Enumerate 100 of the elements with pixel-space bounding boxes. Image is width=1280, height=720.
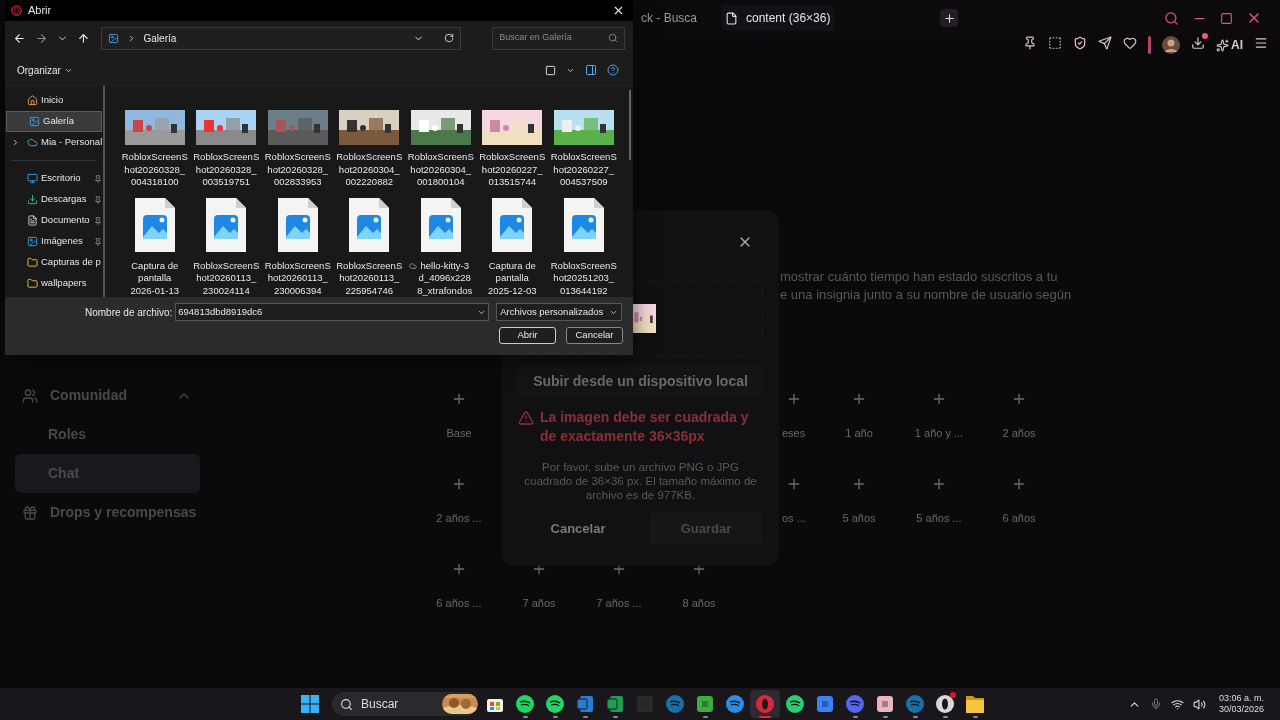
file-item[interactable]: RobloxScreenS hot20260328_ 004318100: [119, 108, 191, 189]
file-name: Captura de pantalla 2026-01-13: [130, 259, 180, 297]
file-name: RobloxScreenS hot20260113_ 230006394: [264, 259, 331, 297]
cancel-button[interactable]: Cancelar: [566, 327, 623, 344]
plus-icon: [786, 476, 802, 492]
plus-icon: [451, 476, 467, 492]
plus-icon: [451, 391, 467, 407]
window-title: Abrir: [28, 3, 52, 19]
badge-label: 1 año y ...: [914, 426, 964, 441]
image-file-icon: [133, 196, 176, 253]
pin-icon: [94, 237, 102, 246]
microphone-icon[interactable]: [1149, 698, 1162, 710]
badge-label: 2 años: [1002, 426, 1036, 441]
plus-icon: [851, 391, 867, 407]
avatar[interactable]: [1162, 36, 1180, 54]
image-file-icon: [205, 196, 248, 253]
volume-icon[interactable]: [1192, 697, 1206, 711]
description-text: mostrar cuánto tiempo han estado suscritos a tu: [780, 268, 1059, 286]
warning-icon: [518, 410, 534, 426]
file-item[interactable]: RobloxScreenS hot20260328_ 002833953: [262, 108, 334, 189]
description-text: e una insignia junto a su nombre de usuario según: [780, 286, 1073, 304]
sidebar-item[interactable]: wallpapers: [5, 273, 103, 294]
help-text: Por favor, sube un archivo PNG o JPG cuadrado de 36×36 px. El tamaño máximo de archivo es de 977KB.: [523, 460, 758, 502]
sidebar-item[interactable]: Documento: [5, 210, 103, 231]
view-icon[interactable]: [545, 64, 556, 76]
download-icon: [1191, 36, 1205, 50]
sidebar-item[interactable]: Mia - Personal: [5, 132, 103, 153]
search-field[interactable]: Buscar en Galería: [492, 26, 625, 50]
file-type-select[interactable]: Archivos personalizados: [496, 303, 623, 321]
menu-icon[interactable]: [1254, 36, 1268, 50]
file-item[interactable]: RobloxScreenS hot20260328_ 003519751: [190, 108, 262, 189]
file-item[interactable]: RobloxScreenS hot20260113_ 225954746: [333, 196, 405, 297]
ai-button[interactable]: AI: [1216, 36, 1243, 54]
forward-icon[interactable]: [34, 31, 48, 45]
plus-icon: [931, 391, 947, 407]
error-message: La imagen debe ser cuadrada y de exactamente 36×36px: [540, 408, 750, 446]
file-item[interactable]: RobloxScreenS hot20260304_ 002220882: [333, 108, 405, 189]
help-icon[interactable]: [607, 64, 619, 76]
search-icon[interactable]: [1164, 10, 1179, 26]
preview-pane-icon[interactable]: [585, 64, 597, 76]
expand-icon[interactable]: [11, 138, 20, 147]
filename-label: Nombre de archivo:: [85, 305, 173, 320]
shield-icon[interactable]: [1073, 36, 1087, 50]
file-name: RobloxScreenS hot20260328_ 002833953: [264, 151, 331, 189]
download-button[interactable]: [1191, 36, 1205, 50]
send-icon[interactable]: [1098, 36, 1112, 50]
start-icon[interactable]: [301, 695, 319, 713]
file-item[interactable]: RobloxScreenS hot20260304_ 001800104: [405, 108, 477, 189]
sparkle-icon: [1216, 38, 1229, 52]
sidebar-item[interactable]: Galería: [6, 111, 102, 132]
new-tab-button[interactable]: [940, 9, 959, 27]
cloud-icon: [27, 137, 38, 148]
browser-tab[interactable]: ck - Busca: [637, 5, 701, 31]
file-item[interactable]: RobloxScreenS hot20251203_ 013644192: [548, 196, 620, 297]
plus-icon: [1011, 476, 1027, 492]
file-item[interactable]: hello-kitty-3 d_4096x228 8_xtrafondos: [405, 196, 477, 297]
running-indicator: [882, 716, 888, 718]
up-icon[interactable]: [76, 31, 90, 45]
file-item[interactable]: Captura de pantalla 2025-12-03: [476, 196, 548, 297]
running-indicator: [759, 716, 771, 718]
file-item[interactable]: RobloxScreenS hot20260227_ 004537509: [548, 108, 620, 189]
organize-button[interactable]: Organizar: [17, 62, 73, 78]
running-indicator: [972, 716, 978, 718]
file-name: hello-kitty-3 d_4096x228 8_xtrafondos: [417, 259, 473, 297]
file-item[interactable]: Captura de pantalla 2026-01-13: [119, 196, 191, 297]
file-item[interactable]: RobloxScreenS hot20260113_ 230006394: [262, 196, 334, 297]
clock[interactable]: 03:06 a. m. 30/03/2026: [1218, 693, 1264, 715]
badge-label: 6 años: [1002, 511, 1036, 526]
sidebar-item[interactable]: Inicio: [5, 90, 103, 111]
badge-label: 7 años: [522, 596, 556, 611]
network-icon[interactable]: [1170, 697, 1184, 711]
running-indicator: [852, 716, 858, 718]
open-button[interactable]: Abrir: [499, 327, 556, 344]
maximize-icon[interactable]: [1220, 11, 1233, 25]
sidebar-item[interactable]: Capturas de p: [5, 252, 103, 273]
image-file-icon: [348, 196, 391, 253]
browser-tab[interactable]: content (36×36): [721, 5, 835, 31]
sidebar-item[interactable]: Descargas: [5, 189, 103, 210]
sidebar-item[interactable]: Imágenes: [5, 231, 103, 252]
address-bar[interactable]: Galería: [100, 26, 462, 50]
filename-field[interactable]: 694813dbd8919dc6: [175, 303, 490, 321]
crop-icon[interactable]: [1048, 36, 1062, 50]
file-name: RobloxScreenS hot20260328_ 003519751: [193, 151, 260, 189]
pin-icon[interactable]: [1023, 36, 1037, 50]
file-name: RobloxScreenS hot20251203_ 013644192: [550, 259, 617, 297]
file-item[interactable]: RobloxScreenS hot20260113_ 230024114: [190, 196, 262, 297]
badge-label: Base: [446, 426, 472, 441]
plus-icon: [942, 11, 956, 25]
gift-icon: [22, 504, 38, 521]
heart-icon[interactable]: [1123, 36, 1137, 50]
badge-label: 6 años ...: [436, 596, 482, 611]
download-icon: [27, 194, 38, 205]
back-icon[interactable]: [13, 31, 26, 45]
sidebar-item[interactable]: Escritorio: [5, 168, 103, 189]
badge-label: 5 años: [842, 511, 876, 526]
cancel-button[interactable]: Cancelar: [518, 512, 638, 545]
close-button[interactable]: [612, 4, 625, 17]
file-item[interactable]: RobloxScreenS hot20260227_ 013515744: [476, 108, 548, 189]
document-icon: [27, 215, 38, 226]
search-field[interactable]: Buscar: [332, 692, 478, 716]
